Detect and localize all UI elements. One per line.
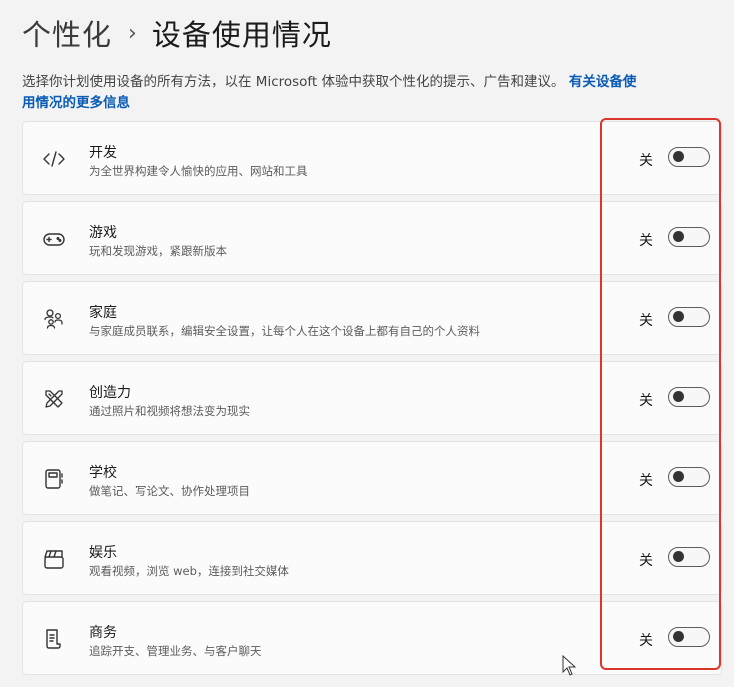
settings-page: 个性化 › 设备使用情况 选择你计划使用设备的所有方法，以在 Microsoft… [0,0,734,687]
toggle-state-label: 关 [639,233,653,249]
school-toggle[interactable] [668,467,710,487]
usage-card-title: 游戏 [89,225,117,241]
usage-card-family: 家庭 与家庭成员联系，编辑安全设置，让每个人在这个设备上都有自己的个人资料 关 [22,281,722,355]
breadcrumb-chevron-icon: › [128,20,138,46]
business-toggle[interactable] [668,627,710,647]
usage-card-subtitle: 与家庭成员联系，编辑安全设置，让每个人在这个设备上都有自己的个人资料 [89,324,480,338]
notebook-icon [41,466,67,492]
toggle-state-label: 关 [639,633,653,649]
toggle-state-label: 关 [639,153,653,169]
code-icon [41,146,67,172]
toggle-knob [673,151,684,162]
toggle-knob [673,471,684,482]
family-toggle[interactable] [668,307,710,327]
usage-card-development: 开发 为全世界构建令人愉快的应用、网站和工具 关 [22,121,722,195]
usage-card-subtitle: 追踪开支、管理业务、与客户聊天 [89,644,262,658]
usage-card-title: 创造力 [89,385,131,401]
usage-card-subtitle: 做笔记、写论文、协作处理项目 [89,484,250,498]
document-icon [41,626,67,652]
usage-card-title: 家庭 [89,305,117,321]
gaming-toggle[interactable] [668,227,710,247]
toggle-knob [673,391,684,402]
toggle-knob [673,311,684,322]
toggle-knob [673,551,684,562]
usage-card-entertainment: 娱乐 观看视频，浏览 web，连接到社交媒体 关 [22,521,722,595]
development-toggle[interactable] [668,147,710,167]
creativity-toggle[interactable] [668,387,710,407]
page-title: 设备使用情况 [151,18,332,52]
usage-card-title: 娱乐 [89,545,117,561]
mouse-pointer-icon [562,654,578,677]
more-info-link-line2[interactable]: 用情况的更多信息 [22,95,130,111]
usage-card-business: 商务 追踪开支、管理业务、与客户聊天 关 [22,601,722,675]
device-usage-list: 开发 为全世界构建令人愉快的应用、网站和工具 关 游戏 玩和发现游戏，紧跟新版本… [22,121,722,681]
toggle-state-label: 关 [639,473,653,489]
usage-card-subtitle: 玩和发现游戏，紧跟新版本 [89,244,227,258]
clapperboard-icon [41,546,67,572]
usage-card-subtitle: 观看视频，浏览 web，连接到社交媒体 [89,564,289,578]
toggle-knob [673,231,684,242]
toggle-state-label: 关 [639,313,653,329]
usage-card-title: 开发 [89,145,117,161]
gamepad-icon [41,226,67,252]
usage-card-gaming: 游戏 玩和发现游戏，紧跟新版本 关 [22,201,722,275]
breadcrumb: 个性化 › 设备使用情况 [22,12,332,54]
usage-card-creativity: 创造力 通过照片和视频将想法变为现实 关 [22,361,722,435]
usage-card-school: 学校 做笔记、写论文、协作处理项目 关 [22,441,722,515]
more-info-link-line1[interactable]: 有关设备使 [569,74,637,90]
toggle-knob [673,631,684,642]
usage-card-title: 学校 [89,465,117,481]
usage-card-subtitle: 通过照片和视频将想法变为现实 [89,404,250,418]
usage-card-subtitle: 为全世界构建令人愉快的应用、网站和工具 [89,164,308,178]
usage-card-title: 商务 [89,625,117,641]
breadcrumb-parent-link[interactable]: 个性化 [22,12,112,54]
toggle-state-label: 关 [639,393,653,409]
design-tools-icon [41,386,67,412]
entertainment-toggle[interactable] [668,547,710,567]
description-text: 选择你计划使用设备的所有方法，以在 Microsoft 体验中获取个性化的提示、… [22,74,565,90]
toggle-state-label: 关 [639,553,653,569]
page-description: 选择你计划使用设备的所有方法，以在 Microsoft 体验中获取个性化的提示、… [22,72,722,114]
family-icon [41,306,67,332]
